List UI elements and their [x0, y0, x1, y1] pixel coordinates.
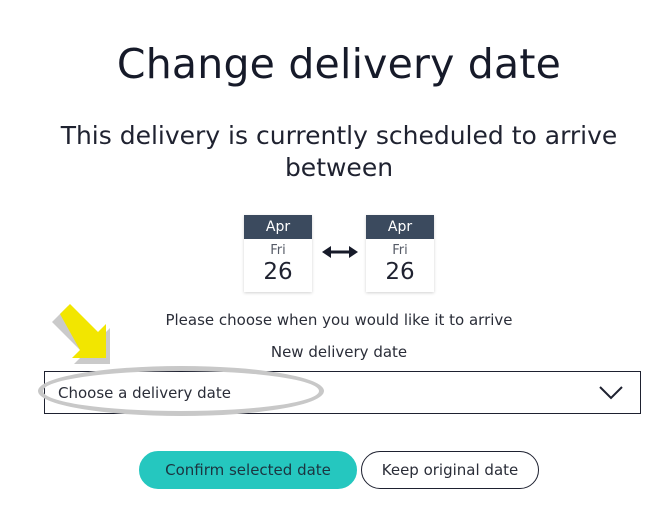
end-date-weekday: Fri: [392, 243, 408, 258]
end-date-month: Apr: [366, 215, 434, 239]
start-date-weekday: Fri: [270, 243, 286, 258]
start-date-card: Apr Fri 26: [244, 215, 312, 292]
start-date-month: Apr: [244, 215, 312, 239]
delivery-date-select-value: Choose a delivery date: [58, 384, 231, 402]
instruction-text: Please choose when you would like it to …: [165, 311, 513, 329]
start-date-day: 26: [263, 259, 293, 285]
keep-original-date-button[interactable]: Keep original date: [361, 451, 539, 489]
delivery-date-label: New delivery date: [270, 343, 408, 361]
chevron-down-icon: [599, 386, 623, 400]
page-title: Change delivery date: [116, 40, 562, 88]
delivery-date-select[interactable]: Choose a delivery date: [44, 371, 641, 414]
end-date-day: 26: [385, 259, 415, 285]
confirm-date-button[interactable]: Confirm selected date: [139, 451, 357, 489]
double-arrow-icon: [322, 246, 358, 258]
end-date-card: Apr Fri 26: [366, 215, 434, 292]
schedule-subtitle: This delivery is currently scheduled to …: [60, 121, 618, 182]
